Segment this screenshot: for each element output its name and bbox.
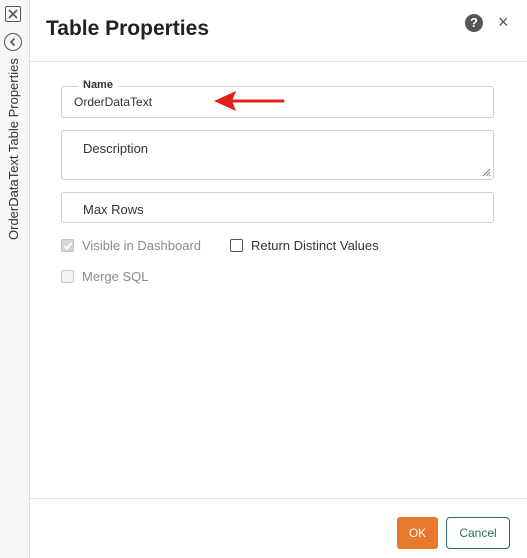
side-rail: OrderDataText Table Properties	[0, 0, 30, 558]
close-icon[interactable]: ×	[498, 12, 509, 33]
annotation-arrow	[214, 91, 285, 111]
return-distinct-values-option: Return Distinct Values	[230, 238, 379, 253]
name-label: Name	[78, 79, 118, 91]
help-icon[interactable]: ?	[465, 14, 483, 32]
description-field[interactable]: Description	[61, 130, 494, 180]
properties-panel: Table Properties ? × Name OrderDataText …	[30, 0, 527, 558]
max-rows-field[interactable]: Max Rows	[61, 192, 494, 223]
merge-sql-checkbox[interactable]	[61, 270, 74, 283]
return-distinct-values-label: Return Distinct Values	[251, 238, 379, 253]
panel-footer: OK Cancel	[30, 498, 527, 558]
rail-title: OrderDataText Table Properties	[6, 58, 21, 240]
name-value[interactable]: OrderDataText	[74, 95, 152, 109]
panel-header: Table Properties ? ×	[30, 0, 527, 62]
visible-in-dashboard-label: Visible in Dashboard	[82, 238, 201, 253]
merge-sql-label: Merge SQL	[82, 269, 149, 284]
return-distinct-values-checkbox[interactable]	[230, 239, 243, 252]
max-rows-placeholder: Max Rows	[83, 202, 144, 217]
close-box-icon[interactable]	[5, 6, 21, 22]
description-placeholder: Description	[83, 141, 149, 156]
visible-in-dashboard-checkbox[interactable]	[61, 239, 74, 252]
page-title: Table Properties	[46, 17, 209, 40]
resize-handle-icon[interactable]	[482, 168, 491, 177]
visible-in-dashboard-option: Visible in Dashboard	[61, 238, 201, 253]
cancel-button[interactable]: Cancel	[446, 517, 510, 549]
chevron-left-circle-icon[interactable]	[4, 33, 22, 51]
ok-button[interactable]: OK	[397, 517, 438, 549]
merge-sql-option: Merge SQL	[61, 269, 148, 284]
